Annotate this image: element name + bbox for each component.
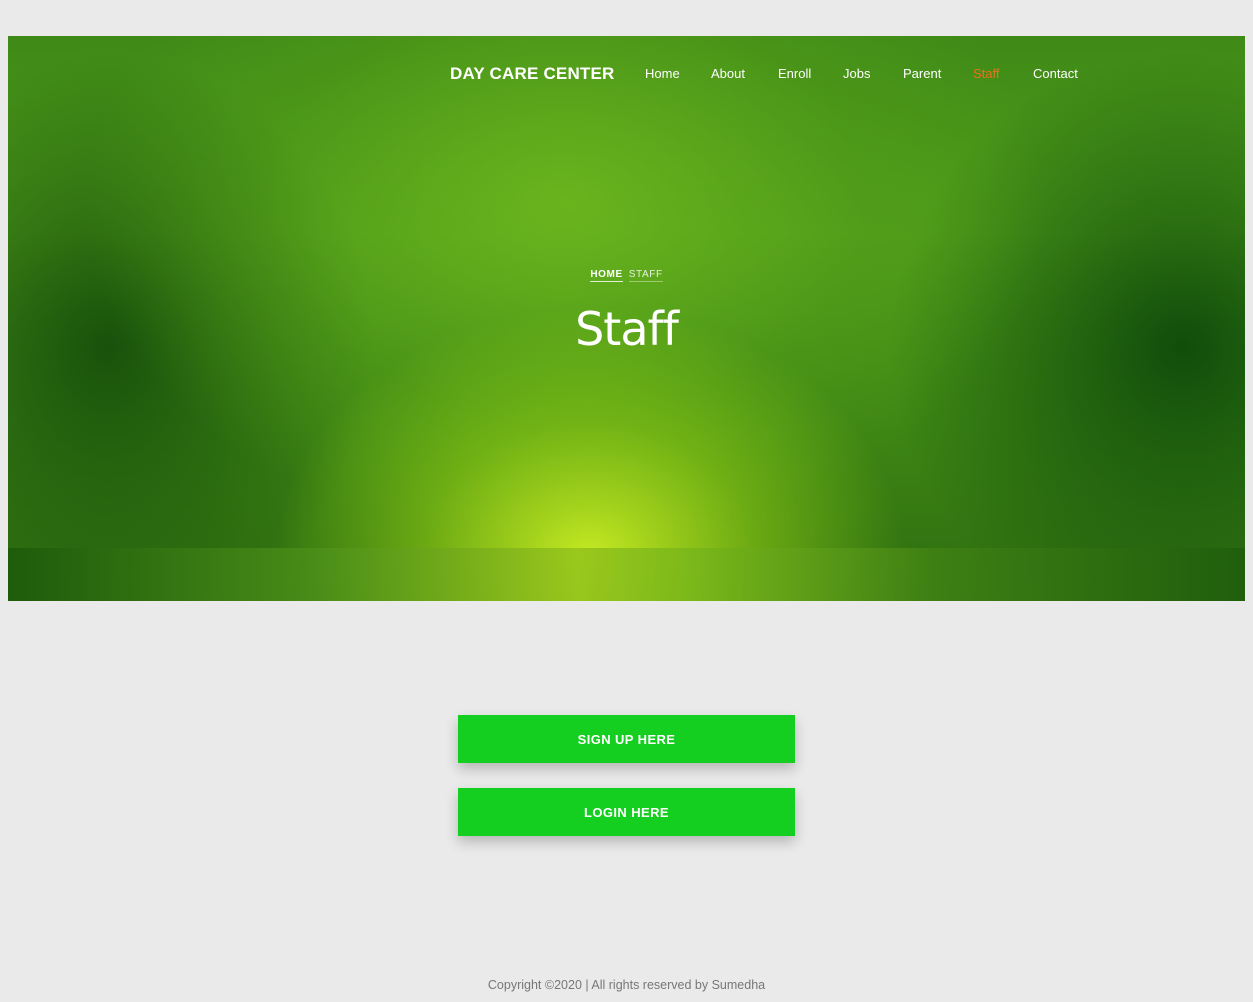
nav-contact[interactable]: Contact xyxy=(1033,66,1078,81)
page: DAY CARE CENTER Home About Enroll Jobs P… xyxy=(8,12,1245,1002)
signup-button[interactable]: SIGN UP HERE xyxy=(458,715,795,763)
breadcrumb-home[interactable]: HOME xyxy=(590,269,623,282)
nav-enroll[interactable]: Enroll xyxy=(778,66,811,81)
hero-floor-band xyxy=(8,548,1245,601)
nav-about[interactable]: About xyxy=(711,66,745,81)
breadcrumb: HOME STAFF xyxy=(8,269,1245,282)
brand-logo[interactable]: DAY CARE CENTER xyxy=(450,64,615,84)
login-button[interactable]: LOGIN HERE xyxy=(458,788,795,836)
footer-copyright: Copyright ©2020 | All rights reserved by… xyxy=(487,978,766,992)
nav-home[interactable]: Home xyxy=(645,66,680,81)
nav-parent[interactable]: Parent xyxy=(903,66,941,81)
page-title: Staff xyxy=(575,302,679,356)
breadcrumb-current: STAFF xyxy=(628,269,663,282)
hero-banner: DAY CARE CENTER Home About Enroll Jobs P… xyxy=(8,36,1245,601)
nav-jobs[interactable]: Jobs xyxy=(843,66,870,81)
nav-staff[interactable]: Staff xyxy=(973,66,1000,81)
navbar: DAY CARE CENTER Home About Enroll Jobs P… xyxy=(8,60,1245,86)
